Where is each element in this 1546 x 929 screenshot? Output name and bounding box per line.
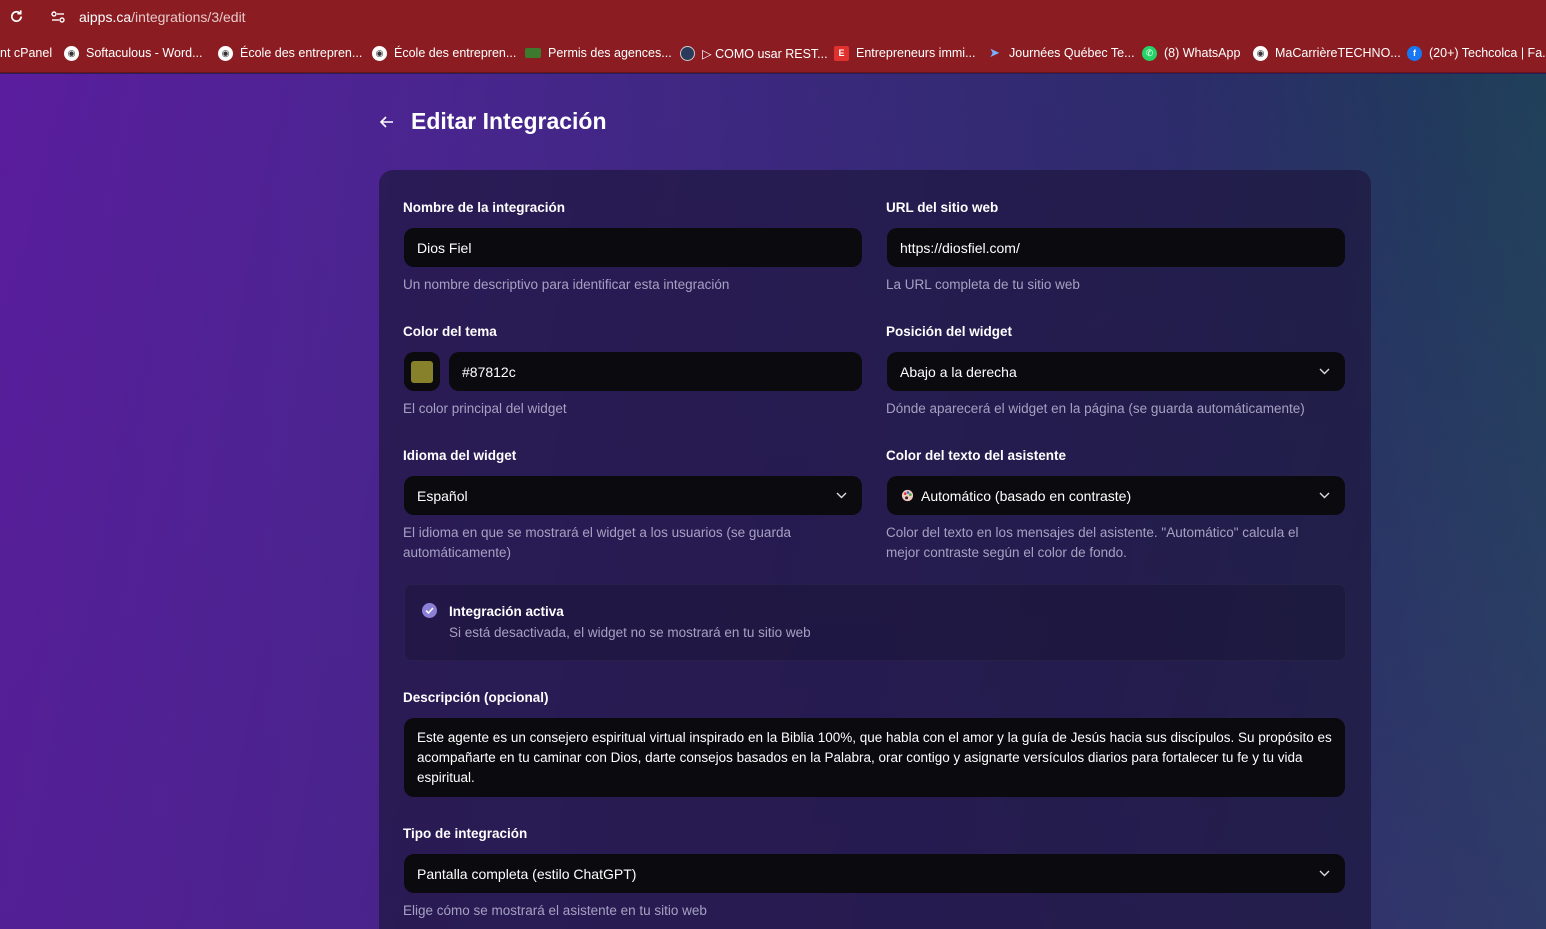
page-header: Editar Integración <box>378 108 607 135</box>
bookmark-item[interactable]: nt cPanel <box>0 33 53 72</box>
bookmarks-bar: nt cPanel ◉ Softaculous - Word... ◉ Écol… <box>0 33 1546 73</box>
text-color-label: Color del texto del asistente <box>886 448 1067 463</box>
omnibox[interactable]: aipps.ca/integrations/3/edit <box>42 2 1546 31</box>
badge-icon <box>680 45 695 61</box>
bookmark-label: Softaculous - Word... <box>86 46 203 60</box>
page-title: Editar Integración <box>411 108 607 134</box>
theme-color-help: El color principal del widget <box>403 401 567 416</box>
color-swatch <box>411 360 433 383</box>
type-help: Elige cómo se mostrará el asistente en t… <box>403 903 707 918</box>
reload-icon[interactable] <box>0 0 32 33</box>
name-help: Un nombre descriptivo para identificar e… <box>403 277 730 292</box>
active-title: Integración activa <box>449 604 564 619</box>
active-checkbox[interactable] <box>422 603 437 618</box>
name-input[interactable]: Dios Fiel <box>404 228 862 267</box>
bookmark-label: (8) WhatsApp <box>1164 46 1241 60</box>
active-help: Si está desactivada, el widget no se mos… <box>449 625 811 640</box>
text-color-select-value: Automático (basado en contraste) <box>921 487 1132 504</box>
url-text: aipps.ca/integrations/3/edit <box>79 9 246 25</box>
description-label: Descripción (opcional) <box>403 690 549 705</box>
url-path: /integrations/3/edit <box>131 8 246 25</box>
site-settings-icon[interactable] <box>48 7 68 27</box>
page-background: Editar Integración Nombre de la integrac… <box>0 74 1546 929</box>
bookmark-label: (20+) Techcolca | Fa... <box>1429 46 1546 60</box>
e-logo-icon: E <box>834 45 849 61</box>
language-label: Idioma del widget <box>403 448 517 463</box>
theme-color-input[interactable]: #87812c <box>449 352 862 391</box>
theme-color-label: Color del tema <box>403 324 497 339</box>
bookmark-item[interactable]: ◉ Softaculous - Word... <box>64 33 203 72</box>
bookmark-item[interactable]: ▷ COMO usar REST... <box>680 33 828 72</box>
palette-icon <box>900 489 914 503</box>
language-help: El idioma en que se mostrará el widget a… <box>403 525 791 560</box>
description-textarea[interactable]: Este agente es un consejero espiritual v… <box>404 718 1345 797</box>
url-help: La URL completa de tu sitio web <box>886 277 1080 292</box>
bookmark-label: École des entrepren... <box>240 46 363 60</box>
bookmark-item[interactable]: ◉ École des entrepren... <box>218 33 363 72</box>
whatsapp-icon: ✆ <box>1142 45 1157 61</box>
bookmark-item[interactable]: ◉ MaCarrièreTECHNO... <box>1253 33 1401 72</box>
back-arrow-icon[interactable] <box>378 113 396 131</box>
bookmark-label: Entrepreneurs immi... <box>856 46 976 60</box>
position-select[interactable]: Abajo a la derecha <box>887 352 1345 391</box>
arrow-logo-icon: ➤ <box>989 45 1000 60</box>
bookmark-item[interactable]: f (20+) Techcolca | Fa... <box>1407 33 1546 72</box>
name-label: Nombre de la integración <box>403 200 566 215</box>
type-label: Tipo de integración <box>403 826 528 841</box>
globe-icon: ◉ <box>64 45 79 61</box>
type-select-value: Pantalla completa (estilo ChatGPT) <box>417 865 637 882</box>
globe-icon: ◉ <box>1253 45 1268 61</box>
position-select-value: Abajo a la derecha <box>900 363 1017 380</box>
globe-icon: ◉ <box>218 45 233 61</box>
color-picker[interactable] <box>404 352 440 391</box>
facebook-icon: f <box>1407 45 1422 61</box>
position-label: Posición del widget <box>886 324 1013 339</box>
active-integration-box: Integración activa Si está desactivada, … <box>404 584 1346 661</box>
bookmark-item[interactable]: E Entrepreneurs immi... <box>834 33 976 72</box>
language-select[interactable]: Español <box>404 476 862 515</box>
bookmark-item[interactable]: ◉ École des entrepren... <box>372 33 517 72</box>
chevron-down-icon <box>834 488 848 502</box>
bookmark-item[interactable]: ➤ Journées Québec Te... <box>987 33 1135 72</box>
browser-url-bar: aipps.ca/integrations/3/edit <box>0 0 1546 33</box>
bookmark-label: Permis des agences... <box>548 46 672 60</box>
bookmark-label: MaCarrièreTECHNO... <box>1275 46 1401 60</box>
position-help: Dónde aparecerá el widget en la página (… <box>886 401 1305 416</box>
chevron-down-icon <box>1317 488 1331 502</box>
bookmark-label: École des entrepren... <box>394 46 517 60</box>
language-select-value: Español <box>417 487 468 504</box>
text-color-select[interactable]: Automático (basado en contraste) <box>887 476 1345 515</box>
type-select[interactable]: Pantalla completa (estilo ChatGPT) <box>404 854 1345 893</box>
bookmark-item[interactable]: ✆ (8) WhatsApp <box>1142 33 1241 72</box>
flag-icon <box>525 48 541 58</box>
bookmark-label: Journées Québec Te... <box>1009 46 1135 60</box>
url-label: URL del sitio web <box>886 200 999 215</box>
chevron-down-icon <box>1317 866 1331 880</box>
globe-icon: ◉ <box>372 45 387 61</box>
url-domain: aipps.ca <box>79 8 132 25</box>
bookmark-item[interactable]: Permis des agences... <box>525 33 672 72</box>
bookmark-label: nt cPanel <box>0 46 53 60</box>
text-color-help: Color del texto en los mensajes del asis… <box>886 525 1299 560</box>
bookmark-label: ▷ COMO usar REST... <box>702 46 828 61</box>
chevron-down-icon <box>1317 364 1331 378</box>
url-input[interactable]: https://diosfiel.com/ <box>887 228 1345 267</box>
integration-form-card: Nombre de la integración Dios Fiel Un no… <box>379 170 1371 929</box>
